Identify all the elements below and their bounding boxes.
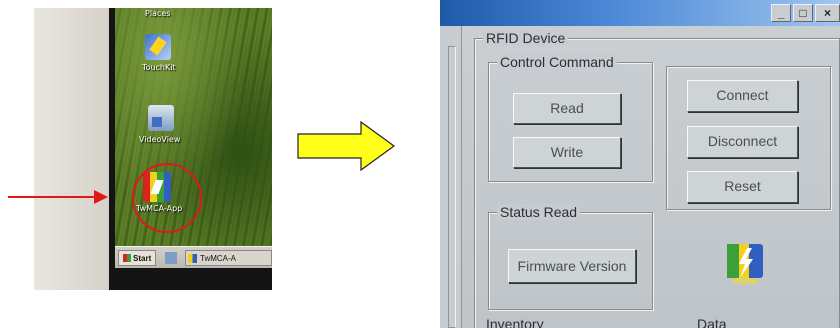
taskbar-app-button[interactable]: TwMCA-A (185, 250, 272, 266)
read-button[interactable]: Read (513, 93, 621, 124)
highlight-circle (132, 163, 202, 233)
title-bar: _ □ × (440, 0, 840, 26)
yellow-arrow-icon (297, 121, 395, 171)
firmware-version-button[interactable]: Firmware Version (508, 249, 636, 283)
control-command-title: Control Command (497, 54, 617, 70)
windows-logo-icon (123, 254, 131, 262)
red-arrow-head (94, 190, 108, 204)
videoview-label[interactable]: VideoView (139, 135, 180, 144)
connect-button[interactable]: Connect (687, 80, 798, 112)
data-label: Data (697, 316, 727, 328)
taskbar: Start TwMCA-A (115, 246, 272, 268)
places-label: Places (145, 9, 171, 18)
desktop: Places TouchKit VideoView TwMCA-App (115, 8, 272, 246)
red-arrow-shaft (8, 196, 96, 198)
left-panel-frame (448, 46, 456, 328)
start-button[interactable]: Start (118, 250, 157, 266)
write-button[interactable]: Write (513, 137, 621, 168)
minimize-button[interactable]: _ (771, 4, 791, 22)
disconnect-button[interactable]: Disconnect (687, 126, 798, 158)
touchkit-label[interactable]: TouchKit (142, 63, 176, 72)
desktop-photo: Places TouchKit VideoView TwMCA-App Star… (34, 8, 272, 290)
inventory-label: Inventory (486, 316, 544, 328)
close-button[interactable]: × (815, 4, 840, 22)
twmca-logo-icon (727, 244, 763, 284)
reset-button[interactable]: Reset (687, 171, 798, 203)
rfid-device-title: RFID Device (483, 30, 569, 46)
touchkit-icon[interactable] (145, 34, 171, 60)
rfid-app-photo: _ □ × RFID Device Control Command Read W… (440, 0, 840, 328)
start-label: Start (133, 254, 152, 263)
videoview-icon[interactable] (148, 105, 174, 131)
status-read-title: Status Read (497, 204, 581, 220)
quicklaunch-icon[interactable] (165, 252, 177, 264)
maximize-button[interactable]: □ (793, 4, 813, 22)
